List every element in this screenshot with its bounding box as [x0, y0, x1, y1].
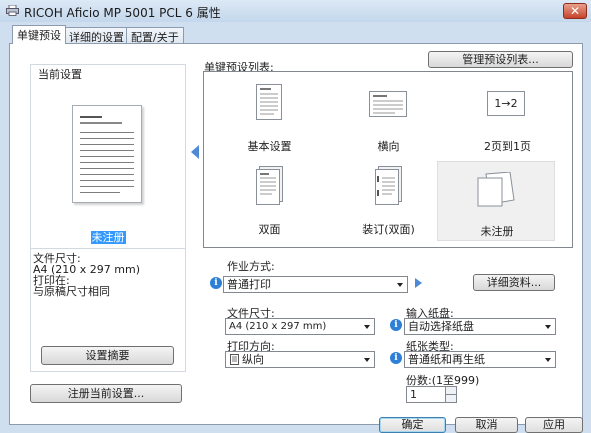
preset-landscape[interactable]: 横向	[331, 80, 446, 156]
paper-type-select[interactable]: 普通纸和再生纸	[404, 351, 556, 368]
copies-spinbox[interactable]: 1	[406, 386, 457, 403]
chevron-down-icon	[364, 358, 370, 362]
info-icon: i	[390, 319, 402, 331]
settings-summary-button[interactable]: 设置摘要	[41, 346, 174, 365]
current-settings-info: 文件尺寸: A4 (210 x 297 mm) 打印在: 与原稿尺寸相同	[33, 253, 140, 297]
input-tray-select[interactable]: 自动选择纸盘	[404, 318, 556, 335]
chevron-down-icon	[545, 325, 551, 329]
chevron-down-icon	[364, 325, 370, 329]
spin-down-icon[interactable]	[445, 395, 456, 402]
spin-up-icon[interactable]	[445, 387, 456, 395]
duplex-icon	[256, 166, 283, 205]
job-type-label: 作业方式:	[227, 260, 275, 273]
close-button[interactable]: ✕	[563, 3, 587, 19]
staple-duplex-icon	[375, 166, 402, 205]
printer-icon	[6, 5, 19, 16]
collapse-left-arrow-icon[interactable]	[191, 145, 199, 159]
info-icon: i	[210, 277, 222, 289]
preset-label: 横向	[377, 140, 400, 153]
ok-button[interactable]: 确定	[379, 417, 446, 433]
page-landscape-icon	[369, 91, 407, 117]
tab-configuration-about[interactable]: 配置/关于	[126, 27, 184, 44]
tab-one-click-presets[interactable]: 单键预设	[12, 25, 66, 44]
page-preview	[72, 105, 142, 203]
manage-presets-button[interactable]: 管理预设列表...	[428, 51, 573, 68]
register-current-settings-button[interactable]: 注册当前设置...	[30, 384, 182, 403]
preset-label: 基本设置	[247, 140, 292, 153]
chevron-down-icon	[397, 283, 403, 287]
paper-size-select[interactable]: A4 (210 x 297 mm)	[225, 318, 375, 335]
current-profile-name: 未注册	[90, 231, 126, 244]
cancel-button[interactable]: 取消	[455, 417, 518, 433]
portrait-page-icon	[230, 354, 239, 365]
page-portrait-icon	[256, 84, 282, 120]
apply-button[interactable]: 应用	[525, 417, 583, 433]
preset-basic-settings[interactable]: 基本设置	[212, 80, 327, 156]
job-type-select[interactable]: 普通打印	[223, 276, 408, 293]
tab-detailed-settings[interactable]: 详细的设置	[64, 27, 129, 44]
details-button[interactable]: 详细资料...	[473, 274, 555, 291]
presets-list: 基本设置 横向 1→2 2页到1页 双面 装订(双面) 未注册	[203, 71, 573, 248]
current-settings-label: 当前设置	[36, 66, 84, 82]
blank-pages-icon	[477, 172, 515, 207]
preset-label: 双面	[258, 223, 281, 236]
info-icon: i	[390, 352, 402, 364]
preset-unregistered[interactable]: 未注册	[437, 161, 555, 241]
divider	[30, 248, 186, 249]
orientation-select[interactable]: 纵向	[225, 351, 375, 368]
preset-staple-duplex[interactable]: 装订(双面)	[331, 163, 446, 239]
chevron-down-icon	[545, 358, 551, 362]
preset-duplex[interactable]: 双面	[212, 163, 327, 239]
preset-label: 2页到1页	[484, 140, 531, 153]
preset-label: 未注册	[480, 225, 514, 238]
arrow-right-icon	[415, 278, 422, 288]
window-title: RICOH Aficio MP 5001 PCL 6 属性	[24, 6, 221, 20]
two-in-one-icon: 1→2	[487, 91, 525, 116]
info-line: 与原稿尺寸相同	[33, 285, 110, 298]
preset-2-up[interactable]: 1→2 2页到1页	[450, 80, 565, 156]
preset-label: 装订(双面)	[362, 223, 415, 236]
